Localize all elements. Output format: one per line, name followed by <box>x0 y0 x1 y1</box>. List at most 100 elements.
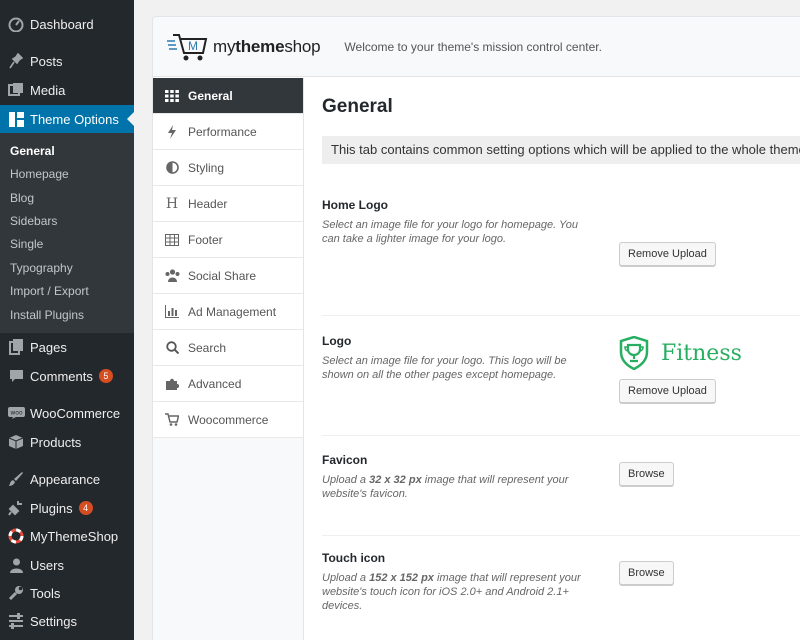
tab-header[interactable]: H Header <box>153 186 303 222</box>
options-content: General This tab contains common setting… <box>305 78 800 640</box>
admin-sidebar: Dashboard Posts Media Theme Options Gene… <box>0 0 134 640</box>
sidebar-item-mythemeshop[interactable]: MyThemeShop <box>0 522 134 550</box>
tab-label: Search <box>188 340 227 355</box>
field-title: Favicon <box>322 453 368 467</box>
chart-icon <box>164 305 180 318</box>
tab-search[interactable]: Search <box>153 330 303 366</box>
page-title: General <box>322 96 393 117</box>
user-icon <box>7 556 25 574</box>
tab-label: Social Share <box>188 268 257 283</box>
field-description: Select an image file for your logo for h… <box>322 219 579 245</box>
plug-icon <box>7 499 25 517</box>
field-logo: Logo Select an image file for your logo.… <box>322 318 800 436</box>
tab-label: Ad Management <box>188 304 277 319</box>
comment-icon <box>7 367 25 385</box>
theme-options-panel: M mythemeshop Welcome to your theme's mi… <box>152 16 800 640</box>
tab-woocommerce[interactable]: Woocommerce <box>153 402 303 438</box>
sidebar-item-label: Settings <box>30 613 77 629</box>
layout-icon <box>7 110 25 128</box>
tab-label: General <box>188 88 233 103</box>
share-icon <box>164 269 180 282</box>
sidebar-item-label: Plugins <box>30 500 73 516</box>
pin-icon <box>7 52 25 70</box>
search-icon <box>164 341 180 354</box>
tab-label: Performance <box>188 124 257 139</box>
tab-advanced[interactable]: Advanced <box>153 366 303 402</box>
tab-label: Advanced <box>188 376 242 391</box>
home-logo-remove-upload-button[interactable]: Remove Upload <box>619 242 716 266</box>
tab-footer[interactable]: Footer <box>153 222 303 258</box>
options-tabs: General Performance Styling H Header Foo… <box>153 78 304 640</box>
settings-icon <box>7 612 25 630</box>
logo-text: mythemeshop <box>213 36 321 56</box>
plugins-count-badge: 4 <box>78 501 93 515</box>
svg-text:M: M <box>188 39 198 53</box>
submenu-item-homepage[interactable]: Homepage <box>10 164 69 184</box>
submenu-item-import-export[interactable]: Import / Export <box>10 281 89 301</box>
logo-preview-text: Fitness <box>661 340 742 366</box>
sidebar-item-label: Tools <box>30 585 61 601</box>
tab-label: Styling <box>188 160 225 175</box>
tab-styling[interactable]: Styling <box>153 150 303 186</box>
sidebar-item-theme-options[interactable]: Theme Options <box>0 105 134 133</box>
sidebar-item-tools[interactable]: Tools <box>0 579 134 607</box>
brush-icon <box>7 470 25 488</box>
heading-icon: H <box>165 195 179 212</box>
favicon-browse-button[interactable]: Browse <box>619 462 674 486</box>
submenu-item-single[interactable]: Single <box>10 234 43 254</box>
comments-count-badge: 5 <box>98 369 113 383</box>
theme-options-submenu: General Homepage Blog Sidebars Single Ty… <box>0 133 134 333</box>
field-description: Upload a 152 x 152 px image that will re… <box>322 572 581 612</box>
sidebar-item-label: Theme Options <box>30 111 119 127</box>
sidebar-item-dashboard[interactable]: Dashboard <box>0 10 134 38</box>
media-icon <box>7 81 25 99</box>
tab-ad-management[interactable]: Ad Management <box>153 294 303 330</box>
panel-header: M mythemeshop Welcome to your theme's mi… <box>153 17 800 77</box>
tab-performance[interactable]: Performance <box>153 114 303 150</box>
sidebar-item-comments[interactable]: Comments 5 <box>0 362 134 390</box>
wrench-icon <box>7 584 25 602</box>
logo-preview: Fitness <box>619 336 742 370</box>
sidebar-item-pages[interactable]: Pages <box>0 333 134 361</box>
sidebar-item-label: WooCommerce <box>30 405 121 421</box>
mythemeshop-logo: M mythemeshop <box>165 31 321 63</box>
field-title: Touch icon <box>322 551 386 565</box>
sidebar-item-label: Dashboard <box>30 16 94 32</box>
submenu-item-install-plugins[interactable]: Install Plugins <box>10 305 84 325</box>
sidebar-item-appearance[interactable]: Appearance <box>0 465 134 493</box>
sidebar-item-label: Media <box>30 82 66 98</box>
field-title: Home Logo <box>322 198 388 212</box>
sidebar-item-media[interactable]: Media <box>0 76 134 104</box>
contrast-icon <box>164 161 180 174</box>
tab-label: Footer <box>188 232 223 247</box>
sidebar-item-plugins[interactable]: Plugins 4 <box>0 494 134 522</box>
woo-icon: woo <box>7 404 25 422</box>
submenu-item-sidebars[interactable]: Sidebars <box>10 211 57 231</box>
submenu-item-typography[interactable]: Typography <box>10 258 73 278</box>
sidebar-item-label: Comments <box>30 368 93 384</box>
sidebar-item-label: Posts <box>30 53 63 69</box>
field-touch-icon: Touch icon Upload a 152 x 152 px image t… <box>322 538 800 640</box>
tab-description-notice: This tab contains common setting options… <box>322 136 800 164</box>
cart-logo-icon: M <box>167 33 208 60</box>
tab-social-share[interactable]: Social Share <box>153 258 303 294</box>
shield-trophy-icon <box>619 336 649 370</box>
submenu-item-blog[interactable]: Blog <box>10 188 34 208</box>
sidebar-item-label: Products <box>30 434 82 450</box>
field-favicon: Favicon Upload a 32 x 32 px image that w… <box>322 438 800 536</box>
sidebar-item-settings[interactable]: Settings <box>0 607 134 635</box>
tab-general[interactable]: General <box>153 78 303 114</box>
sidebar-item-label: Users <box>30 557 64 573</box>
submenu-item-general[interactable]: General <box>10 141 55 161</box>
touch-icon-browse-button[interactable]: Browse <box>619 561 674 585</box>
sidebar-item-label: Appearance <box>30 471 101 487</box>
dashboard-icon <box>7 15 25 33</box>
sidebar-item-posts[interactable]: Posts <box>0 47 134 75</box>
table-icon <box>164 233 180 246</box>
sidebar-item-products[interactable]: Products <box>0 428 134 456</box>
sidebar-item-label: Pages <box>30 339 67 355</box>
sidebar-item-woocommerce[interactable]: woo WooCommerce <box>0 399 134 427</box>
box-icon <box>7 433 25 451</box>
sidebar-item-users[interactable]: Users <box>0 551 134 579</box>
logo-remove-upload-button[interactable]: Remove Upload <box>619 379 716 403</box>
